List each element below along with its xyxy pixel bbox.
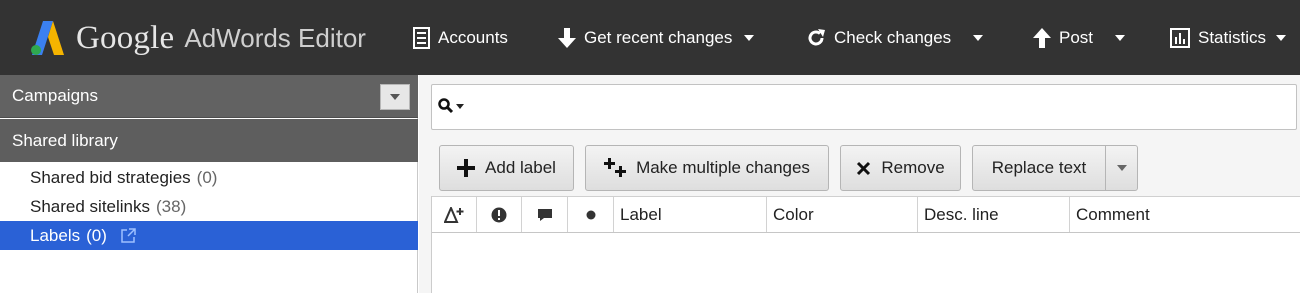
campaigns-label: Campaigns <box>12 86 98 105</box>
chevron-down-icon <box>1117 165 1127 171</box>
search-icon <box>438 98 454 114</box>
close-icon <box>857 161 871 175</box>
column-header: Desc. line <box>924 204 999 224</box>
sidebar-item-shared-bid-strategies[interactable]: Shared bid strategies (0) <box>0 163 418 192</box>
campaigns-header[interactable]: Campaigns <box>0 75 418 118</box>
col-color[interactable]: Color <box>767 197 918 232</box>
sidebar-item-count: (0) <box>196 167 218 187</box>
add-label-text: Add label <box>485 158 556 177</box>
chevron-down-icon[interactable] <box>744 35 755 41</box>
refresh-icon <box>808 29 825 46</box>
upload-arrow-icon <box>1033 28 1051 48</box>
sidebar-item-shared-sitelinks[interactable]: Shared sitelinks (38) <box>0 192 418 221</box>
accounts-label: Accounts <box>438 28 508 47</box>
make-multiple-changes-button[interactable]: Make multiple changes <box>585 145 829 191</box>
bar-chart-icon <box>1170 28 1190 48</box>
chevron-down-icon <box>390 94 400 100</box>
replace-text-split-button[interactable]: Replace text <box>972 145 1138 191</box>
logo-product-text: AdWords Editor <box>184 22 366 53</box>
col-comment[interactable]: Comment <box>1070 197 1300 232</box>
sidebar-item-labels[interactable]: Labels (0) <box>0 221 418 250</box>
comment-icon <box>537 208 552 221</box>
column-header: Comment <box>1076 204 1150 224</box>
status-dot-icon <box>586 210 595 219</box>
col-desc-line[interactable]: Desc. line <box>918 197 1070 232</box>
sidebar-item-label: Shared sitelinks <box>30 196 151 216</box>
delta-plus-icon <box>444 206 464 223</box>
accounts-icon <box>413 27 430 49</box>
replace-text-dropdown[interactable] <box>1107 146 1137 190</box>
post-button[interactable]: Post <box>1033 24 1126 52</box>
top-bar: Google AdWords Editor Accounts Get recen… <box>0 0 1300 75</box>
main-panel: Add label Make multiple changes Remove R… <box>419 75 1300 293</box>
logo-google-text: Google <box>76 19 175 56</box>
shared-library-label: Shared library <box>12 130 118 150</box>
statistics-button[interactable]: Statistics <box>1170 24 1287 52</box>
post-label: Post <box>1059 28 1094 47</box>
replace-text-label: Replace text <box>991 158 1087 177</box>
download-arrow-icon <box>558 28 576 48</box>
labels-grid: Label Color Desc. line Comment <box>431 196 1300 293</box>
search-input[interactable] <box>431 84 1297 130</box>
grid-header: Label Color Desc. line Comment <box>432 196 1300 233</box>
make-multiple-changes-text: Make multiple changes <box>636 158 810 177</box>
replace-text-button[interactable]: Replace text <box>973 146 1106 190</box>
remove-button[interactable]: Remove <box>840 145 961 191</box>
statistics-label: Statistics <box>1198 28 1267 47</box>
plus-icon <box>457 159 476 177</box>
sidebar-item-count: (0) <box>86 225 107 245</box>
chevron-down-icon[interactable] <box>1276 35 1287 41</box>
column-header: Color <box>773 204 814 224</box>
col-label[interactable]: Label <box>614 197 767 232</box>
chevron-down-icon <box>456 103 464 109</box>
chevron-down-icon[interactable] <box>973 35 984 41</box>
multiple-plus-icon <box>604 158 627 177</box>
sidebar-item-count: (38) <box>156 196 187 216</box>
campaigns-dropdown-button[interactable] <box>380 84 410 110</box>
get-recent-changes-button[interactable]: Get recent changes <box>558 24 755 52</box>
remove-text: Remove <box>881 158 945 177</box>
sidebar-item-label: Shared bid strategies <box>30 167 191 187</box>
get-recent-changes-label: Get recent changes <box>584 28 733 47</box>
app-logo: Google AdWords Editor <box>30 18 366 58</box>
external-link-icon[interactable] <box>121 228 136 243</box>
sidebar-item-label: Labels <box>30 225 81 245</box>
column-header: Label <box>620 204 662 224</box>
col-status[interactable] <box>568 197 614 232</box>
left-panel: Campaigns Shared library Shared bid stra… <box>0 75 418 293</box>
accounts-button[interactable]: Accounts <box>413 24 508 52</box>
col-comments[interactable] <box>522 197 568 232</box>
chevron-down-icon[interactable] <box>1115 35 1126 41</box>
check-changes-button[interactable]: Check changes <box>806 24 984 52</box>
check-changes-label: Check changes <box>834 28 952 47</box>
search-filter-button[interactable] <box>438 98 464 114</box>
error-icon <box>491 207 507 222</box>
col-status-changes[interactable] <box>432 197 477 232</box>
adwords-logo-icon <box>31 21 64 55</box>
shared-library-header[interactable]: Shared library <box>0 119 418 162</box>
col-errors[interactable] <box>477 197 522 232</box>
add-label-button[interactable]: Add label <box>439 145 574 191</box>
